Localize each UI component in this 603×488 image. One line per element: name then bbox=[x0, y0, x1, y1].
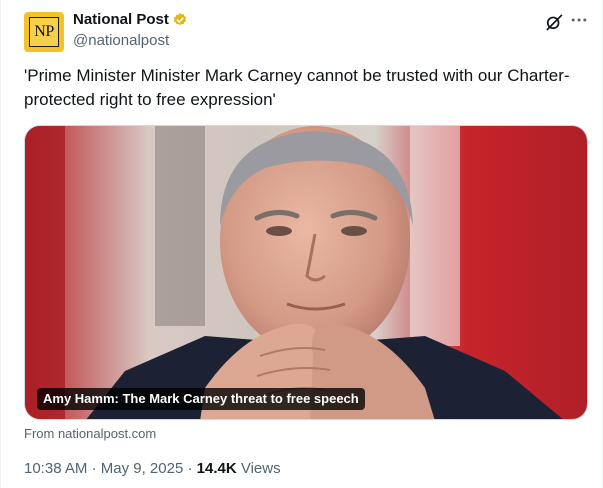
tweet-time[interactable]: 10:38 AM bbox=[24, 460, 87, 477]
views-count[interactable]: 14.4K bbox=[197, 460, 237, 477]
more-horizontal-icon[interactable] bbox=[569, 10, 589, 30]
tweet-card: NP National Post @nationalpost 'Prime Mi… bbox=[0, 0, 603, 488]
tweet-date[interactable]: May 9, 2025 bbox=[101, 460, 184, 477]
views-label: Views bbox=[240, 460, 281, 477]
author-handle[interactable]: @nationalpost bbox=[73, 32, 169, 49]
grok-icon[interactable] bbox=[544, 12, 564, 32]
verified-gold-badge-icon bbox=[173, 12, 186, 25]
author-name-row: National Post bbox=[73, 11, 188, 28]
tweet-meta: 10:38 AM · May 9, 2025 · 14.4K Views bbox=[24, 460, 281, 477]
national-post-logo: NP bbox=[29, 17, 59, 47]
link-card-media[interactable]: Amy Hamm: The Mark Carney threat to free… bbox=[24, 125, 588, 420]
author-display-name[interactable]: National Post bbox=[73, 11, 169, 28]
meta-separator-2: · bbox=[187, 460, 193, 477]
avatar[interactable]: NP bbox=[24, 12, 64, 52]
link-source[interactable]: From nationalpost.com bbox=[24, 426, 156, 441]
meta-separator: · bbox=[91, 460, 97, 477]
tweet-text: 'Prime Minister Minister Mark Carney can… bbox=[24, 66, 570, 109]
link-card-caption: Amy Hamm: The Mark Carney threat to free… bbox=[37, 388, 365, 410]
article-photo bbox=[25, 126, 587, 419]
